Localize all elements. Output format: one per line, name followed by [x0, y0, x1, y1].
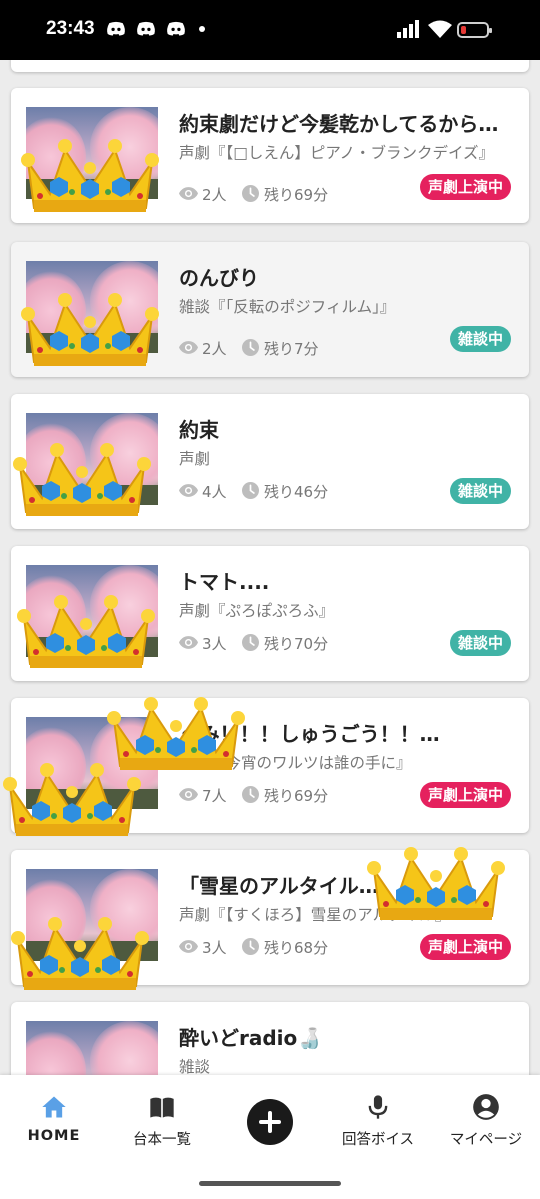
room-genre: 声劇『ぷろぽぷろふ』	[179, 602, 335, 620]
room-genre: 声劇『【□しえん】ピアノ・ブランクデイズ』	[179, 144, 495, 162]
room-title: トマト....	[179, 570, 270, 594]
eye-icon	[179, 788, 198, 801]
nav-label: 台本一覧	[133, 1132, 191, 1148]
viewer-count: 3人	[202, 939, 227, 957]
battery-icon	[457, 22, 492, 38]
remaining-time: 残り70分	[264, 635, 329, 653]
home-indicator[interactable]	[199, 1181, 341, 1186]
account-circle-icon	[473, 1094, 499, 1120]
microphone-icon	[368, 1095, 388, 1119]
remaining-time: 残り69分	[264, 186, 329, 204]
home-icon	[42, 1096, 66, 1118]
clock-icon	[242, 938, 259, 955]
remaining-time: 残り46分	[264, 483, 329, 501]
cellular-signal-icon	[397, 20, 419, 38]
room-genre: 声劇	[179, 450, 211, 468]
clock-icon	[242, 786, 259, 803]
crown-sticker	[16, 578, 156, 674]
room-genre: 雑談	[179, 1058, 211, 1075]
room-title: 酔いどradio🍶	[179, 1026, 323, 1050]
viewer-count: 4人	[202, 483, 227, 501]
viewer-count: 7人	[202, 787, 227, 805]
room-title: のんびり	[179, 266, 259, 290]
remaining-time: 残り7分	[264, 340, 319, 358]
eye-icon	[179, 940, 198, 953]
viewer-count: 2人	[202, 340, 227, 358]
room-genre: 雑談『「反転のポジフィルム」』	[179, 298, 396, 316]
crown-sticker	[20, 276, 160, 372]
status-bar: 23:43	[0, 0, 540, 60]
viewer-count: 3人	[202, 635, 227, 653]
nav-label: 回答ボイス	[341, 1132, 415, 1148]
status-badge: 雑談中	[449, 478, 511, 504]
crown-sticker	[2, 746, 142, 842]
book-icon	[150, 1097, 174, 1118]
room-title: 約束	[179, 418, 219, 442]
remaining-time: 残り68分	[264, 939, 329, 957]
status-badge: 声劇上演中	[419, 174, 511, 200]
wifi-icon	[428, 20, 452, 38]
plus-icon	[259, 1111, 281, 1133]
nav-my-page[interactable]: マイページ	[432, 1075, 540, 1155]
eye-icon	[179, 187, 198, 200]
eye-icon	[179, 484, 198, 497]
clock-icon	[242, 634, 259, 651]
nav-label: HOME	[27, 1128, 81, 1144]
discord-icon	[136, 20, 156, 38]
remaining-time: 残り69分	[264, 787, 329, 805]
more-notifications-dot	[199, 26, 205, 32]
room-card[interactable]: 酔いどradio🍶 雑談	[11, 1002, 529, 1075]
eye-icon	[179, 341, 198, 354]
clock-icon	[242, 482, 259, 499]
status-time: 23:43	[46, 18, 95, 39]
room-title: 約束劇だけど今髪乾かしてるから…	[179, 112, 499, 136]
crown-sticker	[12, 426, 152, 522]
status-badge: 声劇上演中	[419, 934, 511, 960]
viewer-count: 2人	[202, 186, 227, 204]
crown-sticker	[10, 900, 150, 996]
status-badge: 雑談中	[449, 326, 511, 352]
clock-icon	[242, 185, 259, 202]
discord-icon	[166, 20, 186, 38]
create-room-button[interactable]	[247, 1099, 293, 1145]
status-badge: 雑談中	[449, 630, 511, 656]
nav-answer-voice[interactable]: 回答ボイス	[324, 1075, 432, 1155]
status-badge: 声劇上演中	[419, 782, 511, 808]
nav-label: マイページ	[449, 1132, 523, 1148]
clock-icon	[242, 339, 259, 356]
crown-sticker	[366, 830, 506, 926]
nav-home[interactable]: HOME	[0, 1075, 108, 1155]
room-list[interactable]: 約束劇だけど今髪乾かしてるから… 声劇『【□しえん】ピアノ・ブランクデイズ』 2…	[0, 60, 540, 1075]
room-thumbnail	[26, 1021, 158, 1075]
nav-scripts[interactable]: 台本一覧	[108, 1075, 216, 1155]
room-card-partial[interactable]	[11, 60, 529, 72]
eye-icon	[179, 636, 198, 649]
discord-icon	[106, 20, 126, 38]
crown-sticker	[20, 122, 160, 218]
